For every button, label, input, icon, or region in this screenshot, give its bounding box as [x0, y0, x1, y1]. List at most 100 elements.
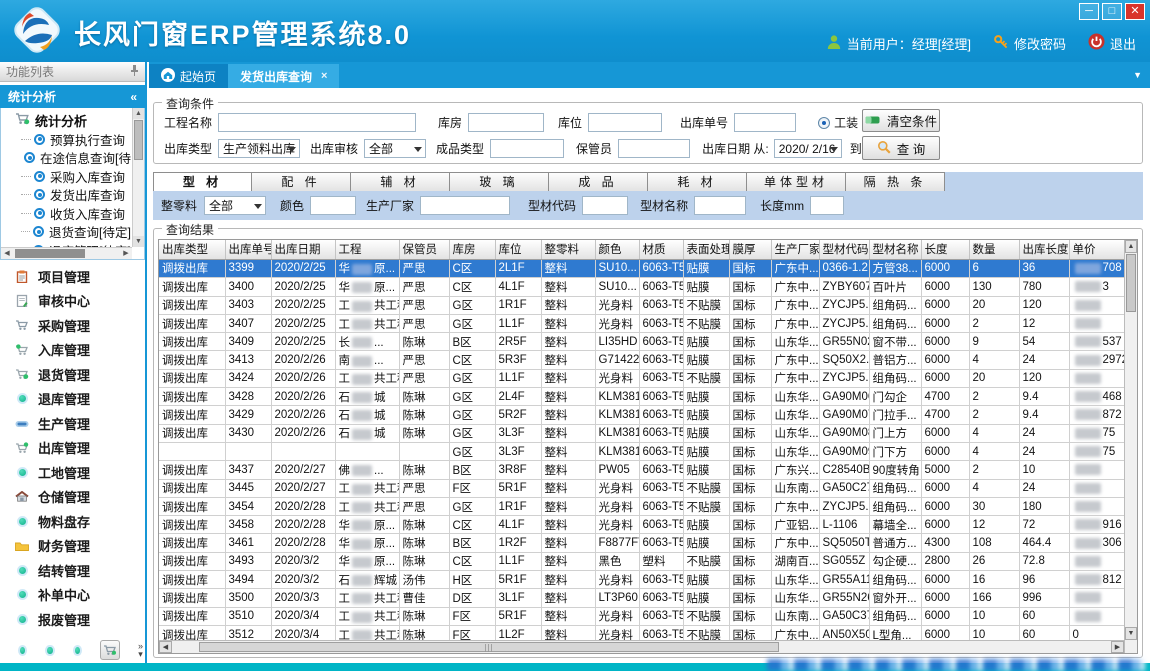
table-row-11[interactable]: 调拨出库34372020/2/27佛...陈琳B区3R8F整料PW056063-…	[159, 461, 1124, 479]
change-password[interactable]: 修改密码	[993, 34, 1066, 53]
clear-conditions-button[interactable]: 清空条件	[862, 109, 940, 132]
table-row-16[interactable]: 调拨出库34932020/3/2华原...陈琳C区1L1F整料黑色塑料不贴膜国标…	[159, 552, 1124, 570]
profile-code-input[interactable]	[582, 196, 628, 215]
logout[interactable]: 退出	[1088, 33, 1136, 53]
minimize-button[interactable]: ─	[1079, 3, 1099, 20]
scroll-right-icon[interactable]: ▶	[120, 248, 132, 260]
date-from-select[interactable]: 2020/ 2/16	[774, 139, 842, 158]
scroll-up-icon[interactable]: ▲	[1125, 240, 1137, 253]
column-header-17[interactable]: 出库长度	[1019, 240, 1069, 259]
location-input[interactable]	[588, 113, 662, 132]
table-row-13[interactable]: 调拨出库34542020/2/28工共工程严思G区1R1F整料光身料6063-T…	[159, 497, 1124, 515]
whole-part-select[interactable]: 全部	[204, 196, 266, 215]
sidebar-item-13[interactable]: 补单中心	[0, 583, 145, 608]
tree-vertical-scrollbar[interactable]: ▲ ▼	[132, 108, 144, 247]
cart-toolbar-button[interactable]	[100, 640, 120, 660]
table-vertical-scrollbar[interactable]: ▲ ▼	[1124, 240, 1137, 653]
column-header-10[interactable]: 表面处理	[683, 240, 729, 259]
industrial-radio[interactable]	[818, 117, 830, 129]
sidebar-item-1[interactable]: 审核中心	[0, 289, 145, 314]
tree-root[interactable]: 统计分析	[3, 110, 131, 130]
column-header-9[interactable]: 材质	[639, 240, 683, 259]
tree-item-3[interactable]: 发货出库查询	[3, 186, 131, 205]
table-row-2[interactable]: 调拨出库34032020/2/25工共工程严思G区1R1F整料光身料6063-T…	[159, 296, 1124, 314]
table-row-1[interactable]: 调拨出库34002020/2/25华原...严思C区4L1F整料SU10...6…	[159, 278, 1124, 296]
table-row-17[interactable]: 调拨出库34942020/3/2石辉城汤伟H区5R1F整料光身料6063-T5贴…	[159, 571, 1124, 589]
tab-shipment-query[interactable]: 发货出库查询 ×	[228, 64, 339, 88]
column-header-3[interactable]: 工程	[335, 240, 399, 259]
sidebar-item-8[interactable]: 工地管理	[0, 460, 145, 485]
tree-horizontal-scrollbar[interactable]: ◀ ▶	[1, 247, 132, 259]
sidebar-item-0[interactable]: 项目管理	[0, 264, 145, 289]
collapse-icon[interactable]: «	[130, 90, 137, 104]
table-horizontal-scrollbar[interactable]: ◀ ||| ▶	[159, 640, 1124, 653]
material-tab-7[interactable]: 隔 热 条	[846, 172, 945, 191]
column-header-11[interactable]: 膜厚	[729, 240, 771, 259]
scroll-right-icon[interactable]: ▶	[1111, 641, 1124, 653]
section-header[interactable]: 统计分析 «	[0, 85, 145, 108]
table-row-14[interactable]: 调拨出库34582020/2/28华原...陈琳C区4L1F整料光身料6063-…	[159, 516, 1124, 534]
table-row-3[interactable]: 调拨出库34072020/2/25工共工程严思G区1L1F整料光身料6063-T…	[159, 314, 1124, 332]
column-header-8[interactable]: 颜色	[595, 240, 639, 259]
column-header-0[interactable]: 出库类型	[159, 240, 225, 259]
sidebar-item-7[interactable]: 出库管理	[0, 436, 145, 461]
column-header-16[interactable]: 数量	[969, 240, 1019, 259]
column-header-15[interactable]: 长度	[921, 240, 969, 259]
sidebar-item-5[interactable]: 退库管理	[0, 387, 145, 412]
tree-item-4[interactable]: 收货入库查询	[3, 204, 131, 223]
product-type-input[interactable]	[490, 139, 564, 158]
scroll-down-icon[interactable]: ▼	[133, 236, 144, 247]
table-row-5[interactable]: 调拨出库34132020/2/26南...严思C区5R3F整料G71422606…	[159, 351, 1124, 369]
column-header-12[interactable]: 生产厂家	[771, 240, 819, 259]
sidebar-item-4[interactable]: 退货管理	[0, 362, 145, 387]
material-tab-6[interactable]: 单体型材	[747, 172, 846, 191]
material-tab-4[interactable]: 成 品	[549, 172, 648, 191]
tree-item-5[interactable]: 退货查询[待定]	[3, 223, 131, 242]
tree-item-1[interactable]: 在途信息查询[待	[3, 149, 131, 168]
table-row-6[interactable]: 调拨出库34242020/2/26工共工程严思G区1L1F整料光身料6063-T…	[159, 369, 1124, 387]
maximize-button[interactable]: □	[1102, 3, 1122, 20]
sidebar-item-3[interactable]: 入库管理	[0, 338, 145, 363]
column-header-13[interactable]: 型材代码	[819, 240, 869, 259]
scroll-thumb[interactable]	[1126, 254, 1136, 312]
sidebar-item-12[interactable]: 结转管理	[0, 558, 145, 583]
table-row-10[interactable]: G区3L3F整料KLM38176063-T5贴膜国标山东华...GA90M09.…	[159, 442, 1124, 460]
sidebar-item-10[interactable]: 物料盘存	[0, 509, 145, 534]
scroll-left-icon[interactable]: ◀	[1, 248, 13, 260]
table-row-0[interactable]: 调拨出库33992020/2/25华原...严思C区2L1F整料SU10...6…	[159, 260, 1124, 278]
material-tab-1[interactable]: 配 件	[252, 172, 351, 191]
column-header-5[interactable]: 库房	[449, 240, 495, 259]
column-header-4[interactable]: 保管员	[399, 240, 449, 259]
tree-item-0[interactable]: 预算执行查询	[3, 130, 131, 149]
table-row-8[interactable]: 调拨出库34292020/2/26石城陈琳G区5R2F整料KLM38176063…	[159, 406, 1124, 424]
search-button[interactable]: 查 询	[862, 136, 940, 160]
out-audit-select[interactable]: 全部	[364, 139, 426, 158]
length-input[interactable]	[810, 196, 844, 215]
column-header-7[interactable]: 整零料	[541, 240, 595, 259]
column-header-1[interactable]: 出库单号	[225, 240, 271, 259]
pin-icon[interactable]	[130, 64, 139, 79]
scroll-thumb[interactable]	[134, 120, 143, 160]
column-header-2[interactable]: 出库日期	[271, 240, 335, 259]
profile-name-input[interactable]	[694, 196, 746, 215]
table-row-7[interactable]: 调拨出库34282020/2/26石城陈琳G区2L4F整料KLM38176063…	[159, 388, 1124, 406]
column-header-18[interactable]: 单价	[1069, 240, 1124, 259]
table-row-18[interactable]: 调拨出库35002020/3/3工共工程曹佳D区3L1F整料LT3P606063…	[159, 589, 1124, 607]
table-row-19[interactable]: 调拨出库35102020/3/4工共工程陈琳F区5R1F整料光身料6063-T5…	[159, 607, 1124, 625]
tab-home[interactable]: 起始页	[149, 64, 228, 88]
out-no-input[interactable]	[734, 113, 796, 132]
scroll-left-icon[interactable]: ◀	[159, 641, 172, 653]
table-row-12[interactable]: 调拨出库34452020/2/27工共工程严思F区5R1F整料光身料6063-T…	[159, 479, 1124, 497]
color-input[interactable]	[310, 196, 356, 215]
scroll-down-icon[interactable]: ▼	[1125, 627, 1137, 640]
warehouse-input[interactable]	[468, 113, 544, 132]
scroll-thumb[interactable]	[15, 249, 85, 258]
sidebar-item-14[interactable]: 报废管理	[0, 607, 145, 632]
material-tab-2[interactable]: 辅 材	[351, 172, 450, 191]
table-row-15[interactable]: 调拨出库34612020/2/28华原...陈琳B区1R2F整料F8877FT6…	[159, 534, 1124, 552]
scroll-up-icon[interactable]: ▲	[133, 108, 144, 119]
table-row-4[interactable]: 调拨出库34092020/2/25长...陈琳B区2R5F整料LI35HD606…	[159, 333, 1124, 351]
table-row-9[interactable]: 调拨出库34302020/2/26石城陈琳G区3L3F整料KLM38176063…	[159, 424, 1124, 442]
factory-input[interactable]	[420, 196, 510, 215]
scroll-thumb[interactable]: |||	[199, 642, 779, 652]
